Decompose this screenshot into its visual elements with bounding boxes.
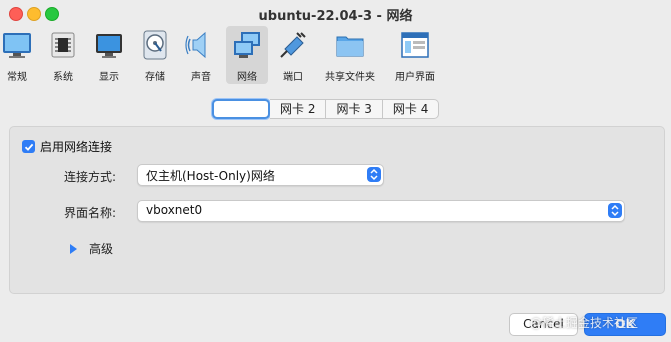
disclosure-triangle-icon	[70, 243, 77, 254]
advanced-label: 高级	[89, 242, 114, 256]
tab-adapter-1[interactable]	[212, 99, 270, 119]
toolbar-item-shared-folders[interactable]: 共享文件夹	[322, 26, 378, 84]
enable-network-row: 启用网络连接	[22, 138, 112, 155]
updown-chevron-icon	[608, 203, 622, 218]
toolbar-label: 端口	[283, 72, 303, 83]
updown-chevron-icon	[367, 167, 381, 182]
toolbar-item-network[interactable]: 网络	[226, 26, 268, 84]
window-icon	[401, 32, 429, 58]
watermark-text: @稀土掘金技术社区	[530, 316, 639, 330]
interface-name-select[interactable]: vboxnet0	[137, 200, 625, 222]
title-bar: ubuntu-22.04-3 - 网络	[0, 0, 671, 26]
settings-window: ubuntu-22.04-3 - 网络 常规 系统 显示 存储 声音 网络 端口…	[0, 0, 671, 342]
advanced-disclosure[interactable]: 高级	[70, 240, 113, 257]
enable-network-checkbox[interactable]	[22, 140, 35, 153]
toolbar-label: 用户界面	[395, 72, 435, 83]
network-icon	[234, 32, 260, 58]
attached-to-select[interactable]: 仅主机(Host-Only)网络	[137, 164, 384, 186]
attached-to-value: 仅主机(Host-Only)网络	[146, 169, 275, 183]
tab-adapter-2[interactable]: 网卡 2	[270, 99, 327, 119]
toolbar-label: 存储	[145, 72, 165, 83]
toolbar-label: 常规	[7, 72, 27, 83]
interface-name-value: vboxnet0	[146, 203, 203, 217]
enable-network-label: 启用网络连接	[40, 140, 113, 154]
display-icon	[96, 34, 122, 58]
window-title: ubuntu-22.04-3 - 网络	[258, 9, 413, 24]
tab-adapter-4[interactable]: 网卡 4	[382, 99, 440, 119]
monitor-icon	[3, 33, 31, 58]
toolbar-item-system[interactable]: 系统	[46, 26, 80, 84]
folder-icon	[336, 36, 364, 57]
interface-name-label: 界面名称:	[64, 206, 117, 220]
adapter-tabs: 网卡 2 网卡 3 网卡 4	[212, 99, 440, 119]
toolbar-label: 系统	[53, 72, 73, 83]
toolbar-label: 声音	[191, 72, 211, 83]
toolbar-item-display[interactable]: 显示	[92, 26, 126, 84]
toolbar-label: 网络	[237, 72, 257, 83]
disk-icon	[143, 30, 167, 60]
toolbar-item-storage[interactable]: 存储	[138, 26, 172, 84]
toolbar-item-audio[interactable]: 声音	[184, 26, 218, 84]
checkmark-icon	[24, 143, 33, 151]
speaker-icon	[185, 31, 206, 59]
toolbar-item-ports[interactable]: 端口	[276, 26, 310, 84]
settings-toolbar: 常规 系统 显示 存储 声音 网络 端口 共享文件夹 用户界面	[0, 26, 671, 86]
toolbar-item-general[interactable]: 常规	[0, 26, 34, 84]
tab-adapter-3[interactable]: 网卡 3	[326, 99, 383, 119]
toolbar-label: 显示	[99, 72, 119, 83]
toolbar-label: 共享文件夹	[325, 72, 375, 83]
attached-to-label: 连接方式:	[64, 170, 117, 184]
toolbar-item-user-interface[interactable]: 用户界面	[392, 26, 438, 84]
port-icon	[280, 32, 306, 58]
chip-icon	[51, 32, 75, 58]
